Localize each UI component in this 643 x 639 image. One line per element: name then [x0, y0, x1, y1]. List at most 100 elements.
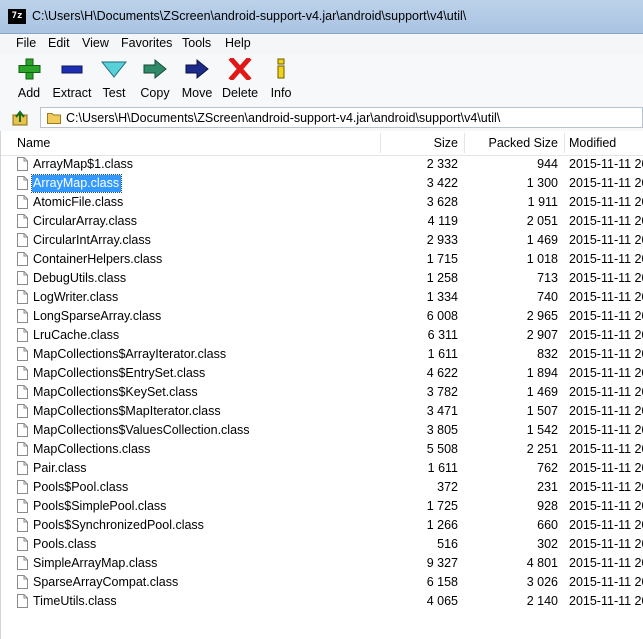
menu-help[interactable]: Help — [225, 36, 251, 50]
file-name: ArrayMap$1.class — [33, 157, 134, 171]
file-size: 6 158 — [426, 575, 458, 589]
add-label: Add — [17, 86, 41, 100]
file-size: 4 065 — [426, 594, 458, 608]
info-icon — [277, 58, 285, 79]
menu-file[interactable]: File — [16, 36, 36, 50]
7zip-app-icon: 7z — [8, 9, 26, 24]
file-modified: 2015-11-11 20 — [569, 233, 643, 247]
file-packed-size: 713 — [537, 271, 558, 285]
column-separator[interactable] — [464, 133, 465, 153]
info-label: Info — [270, 86, 292, 100]
file-row[interactable]: Pools$SimplePool.class 1 725 928 2015-11-11… — [0, 497, 643, 516]
file-row[interactable]: SparseArrayCompat.class 6 158 3 026 2015-11… — [0, 573, 643, 592]
copy-arrow-icon — [143, 58, 167, 80]
address-path: C:\Users\H\Documents\ZScreen\android-sup… — [66, 111, 501, 125]
file-icon — [17, 480, 28, 494]
file-row[interactable]: DebugUtils.class 1 258 713 2015-11-11 20 — [0, 269, 643, 288]
file-row[interactable]: Pools.class 516 302 2015-11-11 20 — [0, 535, 643, 554]
column-packed-size[interactable]: Packed Size — [470, 131, 558, 155]
file-row[interactable]: LruCache.class 6 311 2 907 2015-11-11 20 — [0, 326, 643, 345]
delete-button[interactable]: Delete — [222, 56, 258, 100]
file-row[interactable]: ArrayMap$1.class 2 332 944 2015-11-11 20 — [0, 155, 643, 174]
menu-edit[interactable]: Edit — [48, 36, 70, 50]
menu-view[interactable]: View — [82, 36, 109, 50]
check-icon — [100, 61, 128, 78]
file-row[interactable]: LogWriter.class 1 334 740 2015-11-11 20 — [0, 288, 643, 307]
plus-icon — [18, 58, 41, 80]
file-row[interactable]: Pools$SynchronizedPool.class 1 266 660 2015… — [0, 516, 643, 535]
file-modified: 2015-11-11 20 — [569, 537, 643, 551]
file-modified: 2015-11-11 20 — [569, 309, 643, 323]
address-input[interactable]: C:\Users\H\Documents\ZScreen\android-sup… — [40, 107, 643, 128]
file-row[interactable]: CircularIntArray.class 2 933 1 469 2015-11-… — [0, 231, 643, 250]
file-size: 9 327 — [426, 556, 458, 570]
file-modified: 2015-11-11 20 — [569, 518, 643, 532]
file-row[interactable]: MapCollections$ValuesCollection.class 3 8… — [0, 421, 643, 440]
file-icon — [17, 271, 28, 285]
file-row[interactable]: MapCollections$MapIterator.class 3 471 1 5… — [0, 402, 643, 421]
file-packed-size: 231 — [537, 480, 558, 494]
column-modified[interactable]: Modified — [569, 131, 616, 155]
file-name: MapCollections.class — [33, 442, 151, 456]
file-size: 2 933 — [426, 233, 458, 247]
column-name[interactable]: Name — [17, 131, 50, 155]
file-name: MapCollections$KeySet.class — [33, 385, 198, 399]
file-row[interactable]: MapCollections$ArrayIterator.class 1 611 8… — [0, 345, 643, 364]
file-name: ContainerHelpers.class — [33, 252, 163, 266]
file-size: 5 508 — [426, 442, 458, 456]
file-row[interactable]: Pools$Pool.class 372 231 2015-11-11 20 — [0, 478, 643, 497]
file-modified: 2015-11-11 20 — [569, 214, 643, 228]
file-row[interactable]: LongSparseArray.class 6 008 2 965 2015-11-1… — [0, 307, 643, 326]
file-row[interactable]: SimpleArrayMap.class 9 327 4 801 2015-11-11… — [0, 554, 643, 573]
menu-tools[interactable]: Tools — [182, 36, 211, 50]
move-button[interactable]: Move — [181, 58, 213, 100]
extract-button[interactable]: Extract — [52, 58, 92, 100]
file-row[interactable]: AtomicFile.class 3 628 1 911 2015-11-11 20 — [0, 193, 643, 212]
extract-label: Extract — [52, 86, 92, 100]
file-icon — [17, 575, 28, 589]
file-packed-size: 3 026 — [526, 575, 558, 589]
file-name: Pools$SimplePool.class — [33, 499, 167, 513]
toolbar: Add Extract Test Copy Move Delete Info — [0, 54, 643, 105]
file-size: 1 611 — [427, 461, 458, 475]
file-size: 516 — [437, 537, 458, 551]
file-packed-size: 1 469 — [526, 233, 558, 247]
file-row[interactable]: Pair.class 1 611 762 2015-11-11 20 — [0, 459, 643, 478]
file-size: 3 422 — [426, 176, 458, 190]
file-modified: 2015-11-11 20 — [569, 594, 643, 608]
add-button[interactable]: Add — [14, 58, 44, 100]
info-button[interactable]: Info — [268, 58, 294, 100]
file-row[interactable]: ArrayMap.class 3 422 1 300 2015-11-11 20 — [0, 174, 643, 193]
test-button[interactable]: Test — [100, 58, 128, 100]
file-name: SimpleArrayMap.class — [33, 556, 158, 570]
file-icon — [17, 214, 28, 228]
file-name: MapCollections$ValuesCollection.class — [33, 423, 250, 437]
menu-favorites[interactable]: Favorites — [121, 36, 172, 50]
file-packed-size: 660 — [537, 518, 558, 532]
file-icon — [17, 157, 28, 171]
file-name: CircularArray.class — [33, 214, 137, 228]
column-separator[interactable] — [564, 133, 565, 153]
file-modified: 2015-11-11 20 — [569, 442, 643, 456]
file-name: Pools.class — [33, 537, 97, 551]
up-folder-icon[interactable] — [12, 110, 28, 126]
file-row[interactable]: MapCollections$EntrySet.class 4 622 1 894 2… — [0, 364, 643, 383]
file-row[interactable]: TimeUtils.class 4 065 2 140 2015-11-11 20 — [0, 592, 643, 611]
file-row[interactable]: CircularArray.class 4 119 2 051 2015-11-11 … — [0, 212, 643, 231]
copy-button[interactable]: Copy — [140, 58, 170, 100]
file-name: Pools$SynchronizedPool.class — [33, 518, 204, 532]
file-row[interactable]: ContainerHelpers.class 1 715 1 018 2015-11-… — [0, 250, 643, 269]
file-packed-size: 1 911 — [527, 195, 558, 209]
column-size[interactable]: Size — [380, 131, 458, 155]
file-packed-size: 1 894 — [526, 366, 558, 380]
file-size: 3 805 — [426, 423, 458, 437]
file-row[interactable]: MapCollections.class 5 508 2 251 2015-11-11… — [0, 440, 643, 459]
file-size: 2 332 — [426, 157, 458, 171]
file-size: 1 611 — [427, 347, 458, 361]
file-list: ArrayMap$1.class 2 332 944 2015-11-11 20 Arr… — [0, 155, 643, 611]
file-packed-size: 302 — [537, 537, 558, 551]
file-packed-size: 2 965 — [526, 309, 558, 323]
file-modified: 2015-11-11 20 — [569, 271, 643, 285]
file-icon — [17, 195, 28, 209]
file-row[interactable]: MapCollections$KeySet.class 3 782 1 469 201… — [0, 383, 643, 402]
